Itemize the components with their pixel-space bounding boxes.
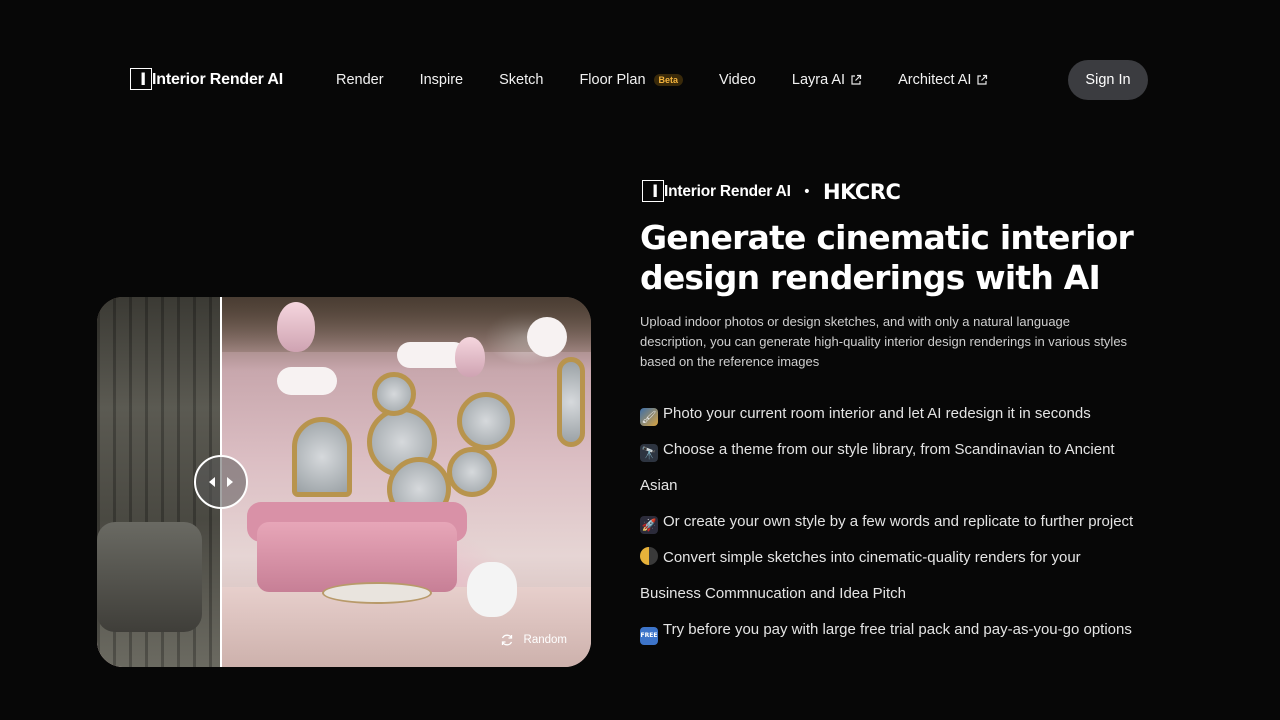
before-after-comparison[interactable]: Random bbox=[97, 297, 591, 667]
arrows-left-right-icon bbox=[209, 477, 233, 487]
site-header: I Interior Render AI Render Inspire Sket… bbox=[0, 60, 1280, 100]
external-link-icon bbox=[851, 74, 862, 85]
nav-layra-ai-label: Layra AI bbox=[791, 72, 846, 88]
main-nav: Render Inspire Sketch Floor Plan Beta Vi… bbox=[336, 72, 988, 88]
nav-floor-plan[interactable]: Floor Plan Beta bbox=[579, 72, 684, 88]
moon-icon bbox=[640, 547, 658, 565]
feature-text: Choose a theme from our style library, f… bbox=[640, 441, 1115, 494]
nav-sketch[interactable]: Sketch bbox=[499, 72, 543, 88]
brand-logo-text: Interior Render AI bbox=[664, 183, 791, 200]
nav-floor-plan-label: Floor Plan bbox=[579, 72, 646, 88]
slider-handle[interactable] bbox=[194, 455, 248, 509]
random-label: Random bbox=[523, 634, 567, 646]
feature-item: Convert simple sketches into cinematic-q… bbox=[640, 540, 1140, 612]
nav-inspire-label: Inspire bbox=[419, 72, 464, 88]
feature-text: Try before you pay with large free trial… bbox=[663, 621, 1132, 638]
telescope-icon: 🔭 bbox=[640, 444, 658, 462]
feature-text: Photo your current room interior and let… bbox=[663, 405, 1091, 422]
partner-logo: HKCRC bbox=[823, 180, 901, 204]
free-icon: FREE bbox=[640, 627, 658, 645]
nav-video-label: Video bbox=[719, 72, 756, 88]
brand-separator: • bbox=[802, 184, 812, 200]
nav-inspire[interactable]: Inspire bbox=[420, 72, 464, 88]
logo-mark-icon: I bbox=[642, 180, 670, 204]
feature-text: Convert simple sketches into cinematic-q… bbox=[640, 549, 1081, 602]
nav-layra-ai[interactable]: Layra AI bbox=[792, 72, 862, 88]
feature-list: 🖌 Photo your current room interior and le… bbox=[640, 396, 1140, 648]
hero-headline: Generate cinematic interior design rende… bbox=[640, 218, 1134, 297]
nav-render-label: Render bbox=[336, 72, 384, 88]
nav-sketch-label: Sketch bbox=[499, 72, 544, 88]
refresh-icon bbox=[501, 634, 512, 646]
random-button[interactable]: Random bbox=[500, 633, 567, 647]
sign-in-button[interactable]: Sign In bbox=[1068, 60, 1148, 100]
beta-badge: Beta bbox=[653, 74, 684, 86]
logo-text: Interior Render AI bbox=[152, 71, 283, 88]
hero-subtitle: Upload indoor photos or design sketches,… bbox=[640, 314, 1128, 369]
feature-item: 🖌 Photo your current room interior and le… bbox=[640, 396, 1140, 432]
nav-architect-ai[interactable]: Architect AI bbox=[898, 72, 988, 88]
feature-item: 🚀 Or create your own style by a few words… bbox=[640, 504, 1140, 540]
paintbrush-icon: 🖌 bbox=[640, 408, 658, 426]
site-logo[interactable]: I Interior Render AI bbox=[130, 68, 283, 92]
feature-item: 🔭 Choose a theme from our style library, … bbox=[640, 432, 1140, 504]
logo-mark-icon: I bbox=[130, 68, 158, 92]
nav-video[interactable]: Video bbox=[719, 72, 756, 88]
nav-architect-ai-label: Architect AI bbox=[898, 72, 972, 88]
rocket-icon: 🚀 bbox=[640, 516, 658, 534]
feature-text: Or create your own style by a few words … bbox=[663, 513, 1134, 530]
feature-item: FREE Try before you pay with large free t… bbox=[640, 612, 1140, 648]
nav-render[interactable]: Render bbox=[336, 72, 384, 88]
brand-row: I Interior Render AI • HKCRC bbox=[642, 180, 901, 204]
external-link-icon bbox=[977, 74, 988, 85]
